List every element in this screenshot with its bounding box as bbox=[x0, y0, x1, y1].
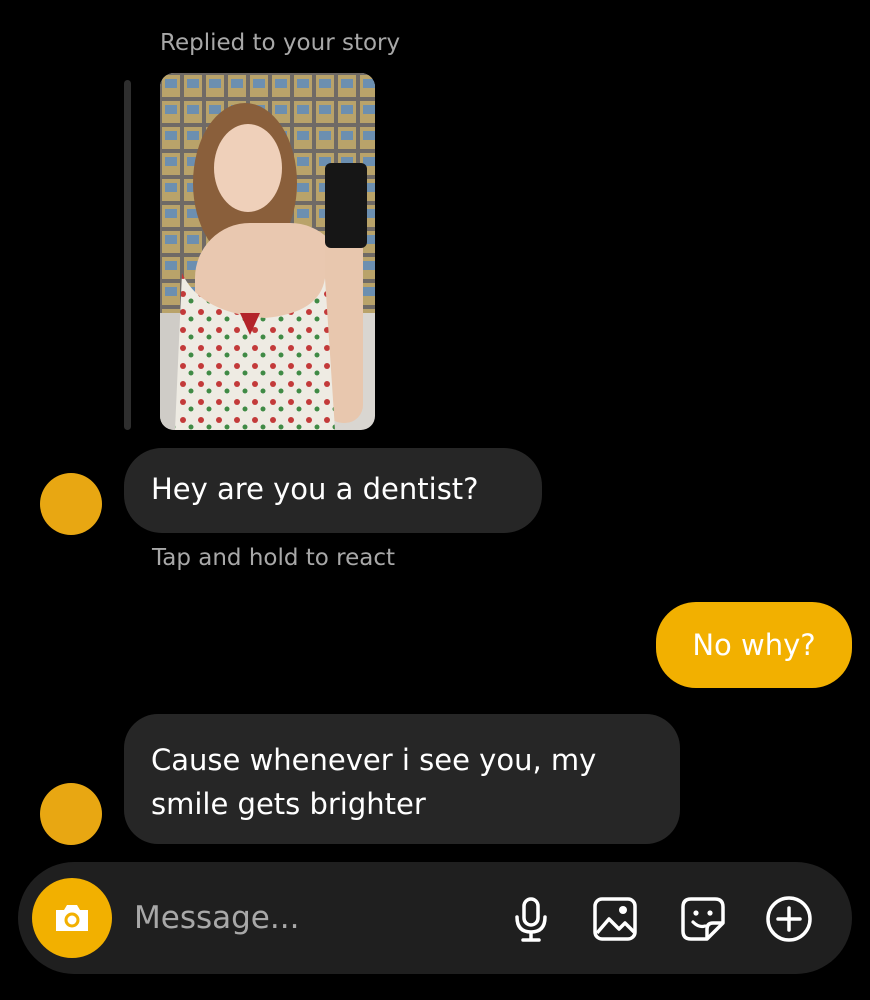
message-text: No why? bbox=[692, 628, 816, 662]
sender-avatar[interactable] bbox=[40, 783, 102, 845]
message-input[interactable] bbox=[134, 892, 464, 944]
more-actions-button[interactable] bbox=[764, 894, 814, 944]
incoming-message-bubble[interactable]: Cause whenever i see you, my smile gets … bbox=[124, 714, 680, 844]
outgoing-message-bubble[interactable]: No why? bbox=[656, 602, 852, 688]
sticker-icon bbox=[681, 897, 725, 941]
message-text: Hey are you a dentist? bbox=[151, 472, 479, 506]
gallery-button[interactable] bbox=[590, 894, 640, 944]
gallery-icon bbox=[593, 897, 637, 941]
chat-screen: Replied to your story Hey are you a dent… bbox=[0, 0, 870, 1000]
story-reply-line bbox=[124, 80, 131, 430]
message-composer bbox=[18, 862, 852, 974]
camera-icon bbox=[56, 905, 88, 931]
story-reply-label: Replied to your story bbox=[160, 30, 401, 56]
microphone-button[interactable] bbox=[506, 894, 556, 944]
sender-avatar[interactable] bbox=[40, 473, 102, 535]
camera-button[interactable] bbox=[32, 878, 112, 958]
microphone-icon bbox=[515, 897, 547, 942]
story-thumbnail[interactable] bbox=[160, 73, 375, 430]
plus-circle-icon bbox=[766, 896, 812, 942]
sticker-button[interactable] bbox=[678, 894, 728, 944]
incoming-message-bubble[interactable]: Hey are you a dentist? bbox=[124, 448, 542, 533]
react-hint: Tap and hold to react bbox=[152, 545, 396, 571]
message-text-line: Cause whenever i see you, my bbox=[151, 743, 597, 777]
story-image bbox=[160, 73, 375, 430]
message-text-line: smile gets brighter bbox=[151, 787, 426, 821]
